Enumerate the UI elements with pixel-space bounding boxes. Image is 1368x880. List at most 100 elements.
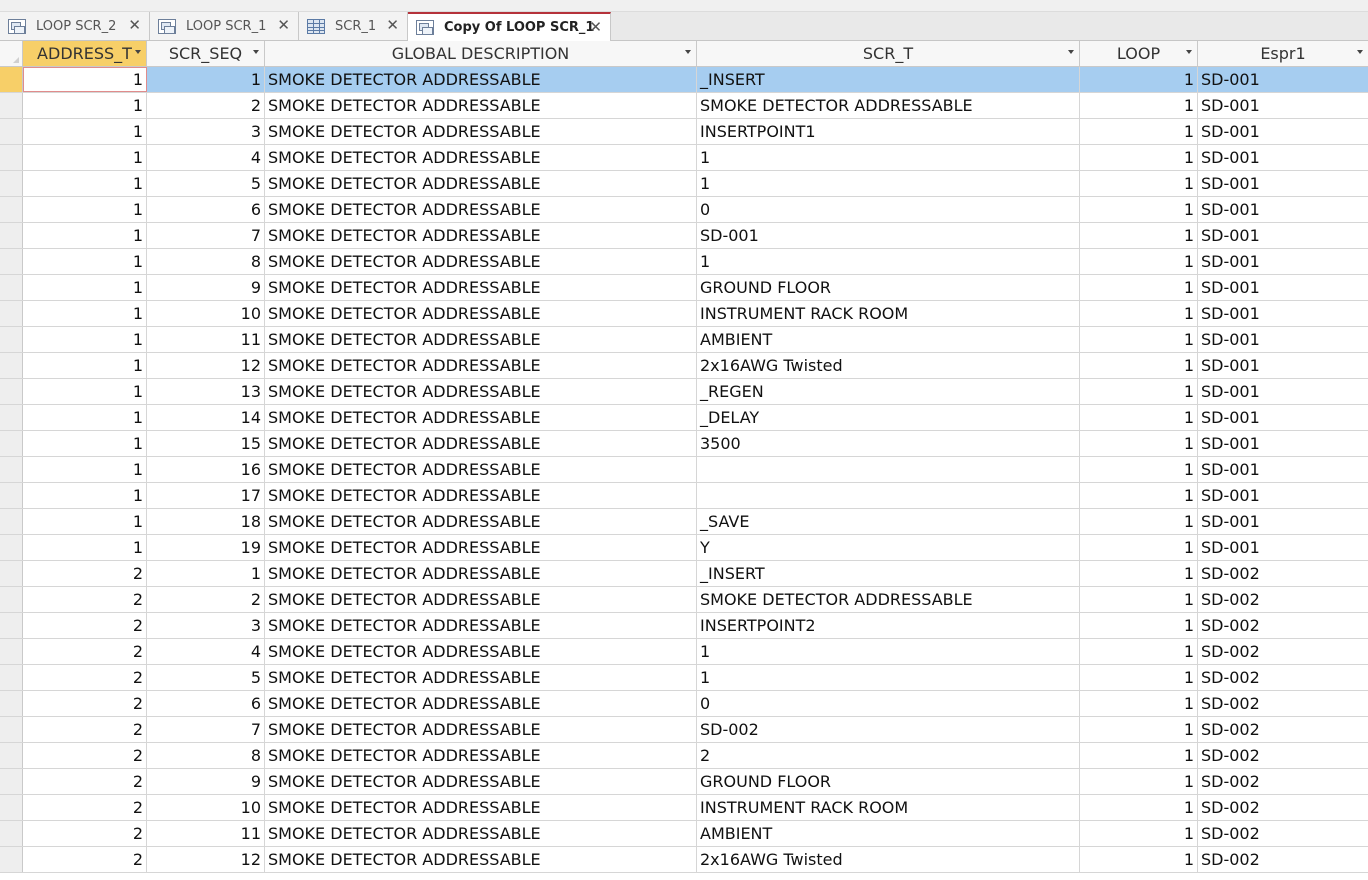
scr-seq-cell[interactable]: 15 <box>147 431 265 456</box>
global-description-cell[interactable]: SMOKE DETECTOR ADDRESSABLE <box>265 717 697 742</box>
address-t-cell[interactable]: 1 <box>23 249 147 274</box>
loop-cell[interactable]: 1 <box>1080 301 1198 326</box>
column-header-loop[interactable]: LOOP <box>1080 41 1198 66</box>
row-selector[interactable] <box>0 249 23 274</box>
loop-cell[interactable]: 1 <box>1080 171 1198 196</box>
global-description-cell[interactable]: SMOKE DETECTOR ADDRESSABLE <box>265 613 697 638</box>
table-row[interactable]: 1 8 SMOKE DETECTOR ADDRESSABLE 1 1 SD-001 <box>0 249 1368 275</box>
table-row[interactable]: 1 1 SMOKE DETECTOR ADDRESSABLE _INSERT 1 SD-0… <box>0 67 1368 93</box>
close-icon[interactable]: ✕ <box>386 17 399 33</box>
scr-t-cell[interactable]: GROUND FLOOR <box>697 275 1080 300</box>
global-description-cell[interactable]: SMOKE DETECTOR ADDRESSABLE <box>265 847 697 872</box>
scr-seq-cell[interactable]: 4 <box>147 145 265 170</box>
scr-seq-cell[interactable]: 10 <box>147 795 265 820</box>
dropdown-arrow-icon[interactable] <box>1068 50 1074 54</box>
scr-seq-cell[interactable]: 4 <box>147 639 265 664</box>
scr-t-cell[interactable]: 1 <box>697 249 1080 274</box>
row-selector[interactable] <box>0 67 23 92</box>
loop-cell[interactable]: 1 <box>1080 145 1198 170</box>
global-description-cell[interactable]: SMOKE DETECTOR ADDRESSABLE <box>265 639 697 664</box>
row-selector[interactable] <box>0 795 23 820</box>
global-description-cell[interactable]: SMOKE DETECTOR ADDRESSABLE <box>265 145 697 170</box>
address-t-cell[interactable]: 1 <box>23 509 147 534</box>
scr-seq-cell[interactable]: 17 <box>147 483 265 508</box>
loop-cell[interactable]: 1 <box>1080 275 1198 300</box>
address-t-cell[interactable]: 2 <box>23 821 147 846</box>
scr-seq-cell[interactable]: 9 <box>147 275 265 300</box>
global-description-cell[interactable]: SMOKE DETECTOR ADDRESSABLE <box>265 795 697 820</box>
loop-cell[interactable]: 1 <box>1080 197 1198 222</box>
tab-loop-scr-2[interactable]: LOOP SCR_2 ✕ <box>0 12 150 40</box>
global-description-cell[interactable]: SMOKE DETECTOR ADDRESSABLE <box>265 171 697 196</box>
address-t-cell[interactable]: 2 <box>23 561 147 586</box>
scr-t-cell[interactable]: 2x16AWG Twisted <box>697 847 1080 872</box>
table-row[interactable]: 1 4 SMOKE DETECTOR ADDRESSABLE 1 1 SD-001 <box>0 145 1368 171</box>
scr-seq-cell[interactable]: 13 <box>147 379 265 404</box>
loop-cell[interactable]: 1 <box>1080 353 1198 378</box>
address-t-cell[interactable]: 1 <box>23 327 147 352</box>
scr-t-cell[interactable]: 3500 <box>697 431 1080 456</box>
address-t-cell[interactable]: 1 <box>23 171 147 196</box>
address-t-cell[interactable]: 1 <box>23 93 147 118</box>
scr-t-cell[interactable]: _REGEN <box>697 379 1080 404</box>
scr-seq-cell[interactable]: 6 <box>147 197 265 222</box>
address-t-cell[interactable]: 2 <box>23 665 147 690</box>
tab-copy-of-loop-scr-1[interactable]: Copy Of LOOP SCR_1 ✕ <box>408 12 611 41</box>
loop-cell[interactable]: 1 <box>1080 769 1198 794</box>
address-t-cell[interactable]: 1 <box>23 379 147 404</box>
espr1-cell[interactable]: SD-001 <box>1198 353 1368 378</box>
table-row[interactable]: 1 12 SMOKE DETECTOR ADDRESSABLE 2x16AWG Twi… <box>0 353 1368 379</box>
address-t-cell[interactable]: 2 <box>23 769 147 794</box>
espr1-cell[interactable]: SD-002 <box>1198 821 1368 846</box>
espr1-cell[interactable]: SD-001 <box>1198 431 1368 456</box>
table-row[interactable]: 1 14 SMOKE DETECTOR ADDRESSABLE _DELAY 1 SD-0… <box>0 405 1368 431</box>
table-row[interactable]: 2 5 SMOKE DETECTOR ADDRESSABLE 1 1 SD-002 <box>0 665 1368 691</box>
global-description-cell[interactable]: SMOKE DETECTOR ADDRESSABLE <box>265 119 697 144</box>
scr-t-cell[interactable] <box>697 457 1080 482</box>
row-selector[interactable] <box>0 535 23 560</box>
address-t-cell[interactable]: 1 <box>23 223 147 248</box>
global-description-cell[interactable]: SMOKE DETECTOR ADDRESSABLE <box>265 431 697 456</box>
select-all-corner[interactable] <box>0 41 23 66</box>
espr1-cell[interactable]: SD-001 <box>1198 119 1368 144</box>
espr1-cell[interactable]: SD-001 <box>1198 301 1368 326</box>
scr-t-cell[interactable]: 2 <box>697 743 1080 768</box>
scr-t-cell[interactable]: Y <box>697 535 1080 560</box>
scr-seq-cell[interactable]: 11 <box>147 821 265 846</box>
table-row[interactable]: 1 18 SMOKE DETECTOR ADDRESSABLE _SAVE 1 SD-00… <box>0 509 1368 535</box>
loop-cell[interactable]: 1 <box>1080 327 1198 352</box>
table-row[interactable]: 1 2 SMOKE DETECTOR ADDRESSABLE SMOKE DETECT… <box>0 93 1368 119</box>
dropdown-arrow-icon[interactable] <box>253 50 259 54</box>
scr-t-cell[interactable]: 0 <box>697 691 1080 716</box>
scr-t-cell[interactable]: AMBIENT <box>697 821 1080 846</box>
scr-t-cell[interactable]: _SAVE <box>697 509 1080 534</box>
scr-seq-cell[interactable]: 9 <box>147 769 265 794</box>
scr-t-cell[interactable]: 1 <box>697 171 1080 196</box>
table-row[interactable]: 2 6 SMOKE DETECTOR ADDRESSABLE 0 1 SD-002 <box>0 691 1368 717</box>
scr-seq-cell[interactable]: 5 <box>147 171 265 196</box>
espr1-cell[interactable]: SD-001 <box>1198 145 1368 170</box>
row-selector[interactable] <box>0 327 23 352</box>
loop-cell[interactable]: 1 <box>1080 535 1198 560</box>
scr-t-cell[interactable]: SD-002 <box>697 717 1080 742</box>
global-description-cell[interactable]: SMOKE DETECTOR ADDRESSABLE <box>265 665 697 690</box>
column-header-address-t[interactable]: ADDRESS_T <box>23 41 147 66</box>
address-t-cell[interactable]: 1 <box>23 483 147 508</box>
address-t-cell[interactable]: 2 <box>23 847 147 872</box>
table-row[interactable]: 2 10 SMOKE DETECTOR ADDRESSABLE INSTRUMENT … <box>0 795 1368 821</box>
scr-t-cell[interactable]: INSERTPOINT2 <box>697 613 1080 638</box>
global-description-cell[interactable]: SMOKE DETECTOR ADDRESSABLE <box>265 275 697 300</box>
row-selector[interactable] <box>0 691 23 716</box>
scr-t-cell[interactable]: GROUND FLOOR <box>697 769 1080 794</box>
address-t-cell[interactable]: 2 <box>23 613 147 638</box>
address-t-cell[interactable]: 2 <box>23 743 147 768</box>
global-description-cell[interactable]: SMOKE DETECTOR ADDRESSABLE <box>265 535 697 560</box>
tab-scr-1[interactable]: SCR_1 ✕ <box>299 12 408 40</box>
row-selector[interactable] <box>0 431 23 456</box>
table-row[interactable]: 2 12 SMOKE DETECTOR ADDRESSABLE 2x16AWG Twi… <box>0 847 1368 873</box>
address-t-cell[interactable]: 1 <box>23 275 147 300</box>
table-row[interactable]: 2 3 SMOKE DETECTOR ADDRESSABLE INSERTPOINT2… <box>0 613 1368 639</box>
global-description-cell[interactable]: SMOKE DETECTOR ADDRESSABLE <box>265 327 697 352</box>
row-selector[interactable] <box>0 561 23 586</box>
loop-cell[interactable]: 1 <box>1080 405 1198 430</box>
